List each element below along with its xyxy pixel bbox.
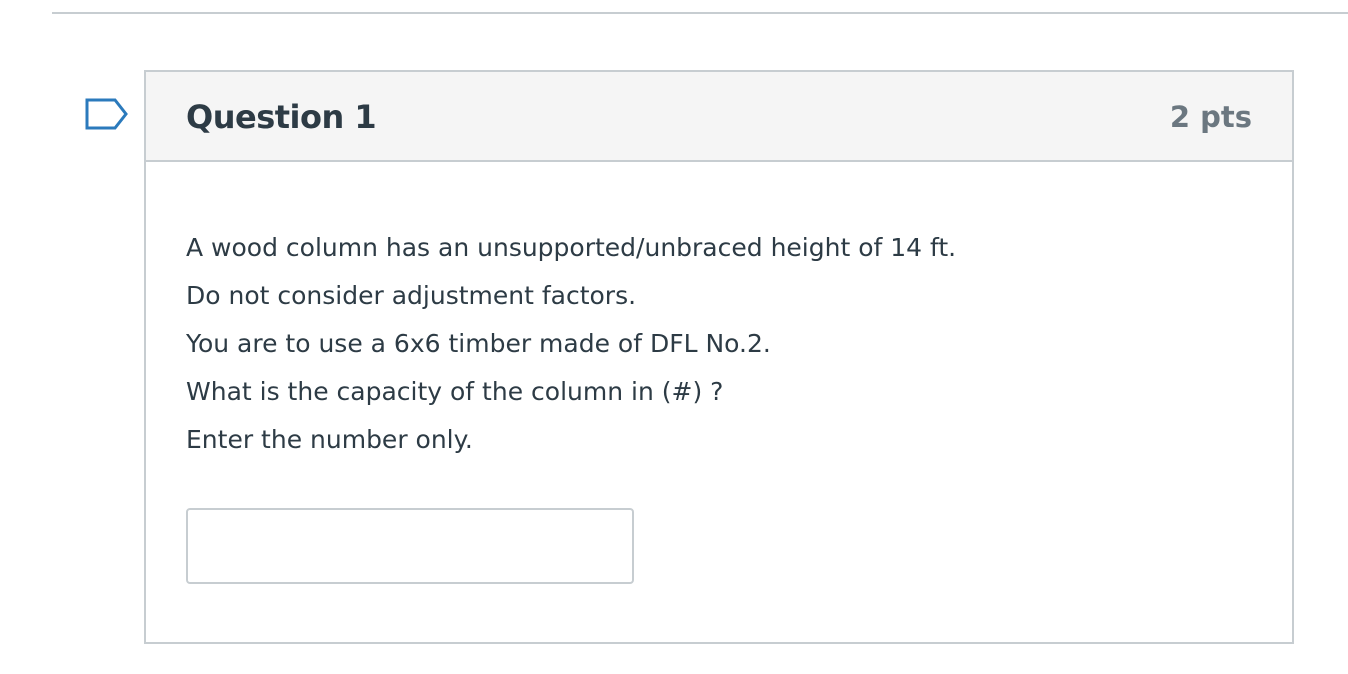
question-line: A wood column has an unsupported/unbrace… [186,233,957,262]
question-points: 2 pts [1169,100,1252,134]
question-line: Enter the number only. [186,425,473,454]
question-line: What is the capacity of the column in (#… [186,377,724,406]
top-divider [52,12,1348,14]
question-card: Question 1 2 pts A wood column has an un… [144,70,1294,644]
question-header: Question 1 2 pts [146,72,1292,162]
question-line: You are to use a 6x6 timber made of DFL … [186,329,771,358]
answer-input[interactable] [186,508,634,584]
question-text: A wood column has an unsupported/unbrace… [186,224,1226,464]
bookmark-flag-icon [85,98,128,130]
question-title: Question 1 [186,98,377,136]
question-line: Do not consider adjustment factors. [186,281,637,310]
flag-question-button[interactable] [85,98,129,130]
